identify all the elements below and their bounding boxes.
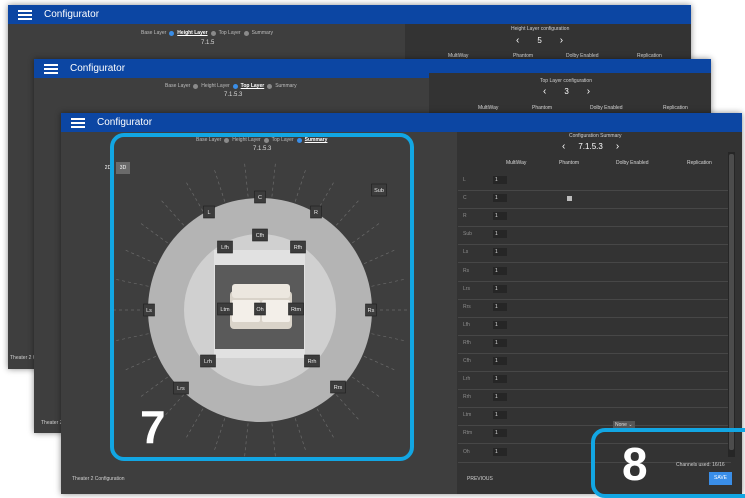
- multiway-input[interactable]: 1: [493, 320, 507, 329]
- panel-title: Configuration Summary: [569, 133, 622, 139]
- stepper-value: 7.1.5.3: [578, 142, 603, 151]
- annotation-number-7: 7: [140, 401, 166, 453]
- channel-name: Cfh: [463, 358, 471, 364]
- channel-name: Oh: [463, 448, 470, 455]
- phantom-checkbox-c[interactable]: [567, 196, 572, 201]
- column-multiway: MultiWay: [506, 160, 527, 166]
- channel-name: Ltm: [463, 412, 472, 419]
- multiway-input[interactable]: 1: [493, 176, 507, 184]
- scrollbar[interactable]: [728, 152, 735, 457]
- channel-name: Rs: [463, 267, 470, 274]
- table-row: Lrh 1: [458, 371, 731, 391]
- channel-name: Lrh: [463, 376, 471, 383]
- multiway-input[interactable]: 1: [493, 266, 507, 275]
- highlight-region-footer: [591, 428, 745, 498]
- channel-name: Rfh: [463, 339, 471, 346]
- multiway-input[interactable]: 1: [493, 194, 507, 203]
- previous-button[interactable]: PREVIOUS: [467, 476, 493, 482]
- multiway-input[interactable]: 1: [493, 357, 507, 365]
- multiway-input[interactable]: 1: [493, 284, 507, 293]
- multiway-input[interactable]: 1: [493, 411, 507, 420]
- channel-name: Lfh: [463, 321, 470, 328]
- column-replication: Replication: [687, 160, 712, 166]
- multiway-input[interactable]: 1: [493, 429, 507, 438]
- channel-name: Ls: [463, 249, 469, 256]
- table-row: C1: [458, 190, 731, 210]
- channel-name: Lrs: [463, 285, 470, 292]
- table-row: Cfh 1: [458, 353, 731, 372]
- table-row: Sub 1: [458, 226, 731, 246]
- stepper: ‹ 7.1.5.3 ›: [562, 141, 619, 151]
- annotation-number-8: 8: [622, 438, 648, 490]
- chevron-left-icon[interactable]: ‹: [562, 141, 565, 151]
- channel-name: Rtm: [463, 430, 473, 437]
- multiway-input[interactable]: 1: [493, 447, 507, 456]
- scrollbar-thumb[interactable]: [729, 154, 734, 450]
- channel-name: Sub: [463, 231, 472, 238]
- multiway-input[interactable]: 1: [493, 375, 507, 384]
- chevron-right-icon[interactable]: ›: [616, 141, 619, 151]
- multiway-input[interactable]: 1: [493, 302, 507, 311]
- multiway-input[interactable]: 1: [493, 212, 507, 221]
- channel-name: L: [463, 177, 466, 183]
- table-row: Lfh 1: [458, 317, 731, 336]
- multiway-input[interactable]: 1: [493, 338, 507, 347]
- table-row: Rrs 1: [458, 299, 731, 318]
- table-row: Rrh 1: [458, 389, 731, 409]
- table-row: Rs 1: [458, 263, 731, 282]
- table-row: Ltm 1: [458, 407, 731, 427]
- multiway-input[interactable]: 1: [493, 393, 507, 402]
- table-row: R1: [458, 208, 731, 228]
- channel-name: Rrs: [463, 303, 471, 310]
- table-row: Lrs 1: [458, 281, 731, 300]
- column-phantom: Phantom: [559, 160, 580, 166]
- channel-name: C: [463, 195, 467, 202]
- table-row: Ls 1: [458, 244, 731, 264]
- multiway-input[interactable]: 1: [493, 248, 507, 257]
- channel-name: R: [463, 213, 467, 220]
- table-row: Rfh 1: [458, 335, 731, 354]
- channel-name: Rrh: [463, 394, 472, 401]
- table-row: L1: [458, 172, 731, 191]
- column-dolby: Dolby Enabled: [616, 160, 649, 166]
- multiway-input[interactable]: 1: [493, 230, 507, 239]
